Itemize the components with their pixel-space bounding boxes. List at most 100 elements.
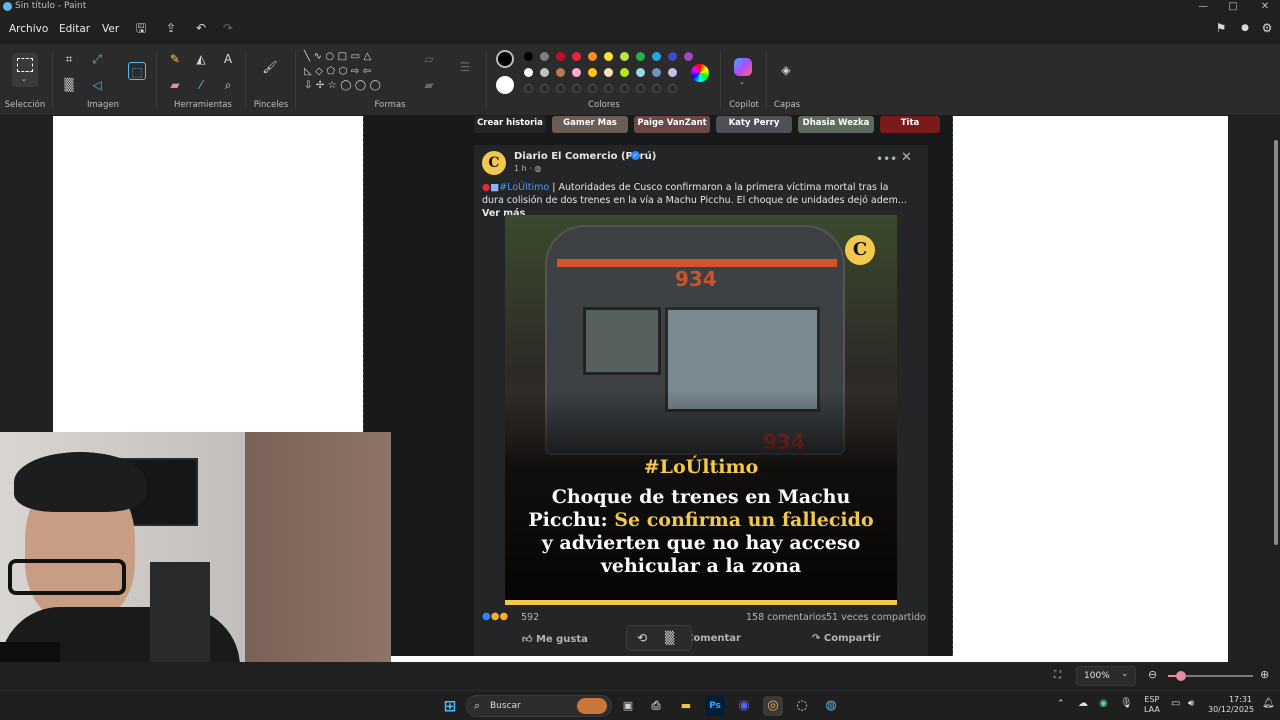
page-avatar[interactable]: C	[482, 151, 506, 175]
reaction-count[interactable]: 592	[521, 612, 539, 623]
feedback-icon[interactable]: ⚑	[1213, 20, 1229, 36]
color-swatch[interactable]	[668, 68, 677, 77]
color-swatch[interactable]	[588, 52, 597, 61]
close-button[interactable]: ✕	[1250, 0, 1280, 14]
zoom-slider-thumb[interactable]	[1176, 671, 1186, 681]
color-swatch[interactable]	[636, 68, 645, 77]
magnifier-icon[interactable]: ⌕	[219, 76, 237, 94]
color-swatch[interactable]	[556, 52, 565, 61]
minimize-button[interactable]: —	[1188, 0, 1218, 14]
text-icon[interactable]: A	[219, 50, 237, 68]
color-swatch[interactable]	[604, 52, 613, 61]
color-swatch[interactable]	[572, 68, 581, 77]
language-indicator[interactable]: ESP LAA	[1144, 695, 1160, 715]
maximize-button[interactable]: □	[1218, 0, 1248, 14]
crop-icon[interactable]: ⌗	[60, 50, 78, 68]
color-swatch[interactable]	[524, 52, 533, 61]
custom-color-slot[interactable]	[652, 84, 661, 93]
size-icon[interactable]: ☰	[456, 58, 474, 76]
printer-app-icon[interactable]: ⎙	[646, 696, 666, 716]
secondary-color[interactable]	[496, 76, 514, 94]
story-card[interactable]: Dhasia Wezka	[798, 116, 874, 133]
resize-icon[interactable]: ⤢	[88, 50, 106, 68]
menu-archivo[interactable]: Archivo	[9, 23, 48, 35]
menu-ver[interactable]: Ver	[102, 23, 119, 35]
pencil-icon[interactable]: ✎	[166, 50, 184, 68]
comment-count[interactable]: 158 comentarios	[746, 612, 826, 623]
brush-icon[interactable]: 🖌	[261, 58, 279, 76]
color-swatch[interactable]	[636, 52, 645, 61]
rotate-icon[interactable]: ◁	[88, 76, 106, 94]
color-swatch[interactable]	[572, 52, 581, 61]
custom-color-slot[interactable]	[556, 84, 565, 93]
color-swatch[interactable]	[620, 68, 629, 77]
color-swatch[interactable]	[684, 52, 693, 61]
remove-background-icon[interactable]: ▒	[665, 631, 674, 645]
account-icon[interactable]: ●	[1237, 20, 1253, 36]
custom-color-slot[interactable]	[524, 84, 533, 93]
reaction-icons[interactable]: ●●●	[482, 611, 508, 622]
outline-icon[interactable]: ▱	[420, 50, 438, 68]
shapes-gallery[interactable]: ╲∿○□▭△ ◺◇⬠⬡⇨⇦ ⇩✢☆◯◯◯	[304, 50, 404, 96]
zoom-in-icon[interactable]: ⊕	[1260, 668, 1269, 681]
custom-color-slot[interactable]	[540, 84, 549, 93]
fill-shape-icon[interactable]: ▰	[420, 76, 438, 94]
onedrive-icon[interactable]: ☁	[1078, 698, 1088, 709]
discord-icon[interactable]: ◉	[734, 696, 754, 716]
paint-taskbar-icon[interactable]: ◍	[821, 696, 841, 716]
color-picker-icon[interactable]: ⁄	[192, 76, 210, 94]
share-button[interactable]: ↷ Compartir	[812, 633, 880, 644]
color-swatch[interactable]	[668, 52, 677, 61]
chrome-icon[interactable]: ◎	[763, 696, 783, 716]
custom-color-slot[interactable]	[668, 84, 677, 93]
color-swatch[interactable]	[540, 68, 549, 77]
color-swatch[interactable]	[620, 52, 629, 61]
share-count[interactable]: 51 veces compartido	[826, 612, 926, 623]
share-icon[interactable]: ⇪	[163, 20, 179, 36]
volume-icon[interactable]: 🔊︎	[1188, 698, 1194, 709]
color-swatch[interactable]	[556, 68, 565, 77]
layers-icon[interactable]: ◈	[777, 61, 795, 79]
color-swatch[interactable]	[652, 52, 661, 61]
story-card[interactable]: Crear historia	[474, 116, 546, 133]
more-options-icon[interactable]: •••	[876, 152, 897, 166]
custom-color-slot[interactable]	[604, 84, 613, 93]
clock[interactable]: 17:31 30/12/2025	[1208, 695, 1254, 715]
custom-color-slot[interactable]	[588, 84, 597, 93]
color-swatch[interactable]	[524, 68, 533, 77]
menu-editar[interactable]: Editar	[59, 23, 90, 35]
photoshop-icon[interactable]: Ps	[705, 696, 725, 716]
zoom-dropdown[interactable]: 100% ⌄	[1076, 666, 1136, 686]
network-icon[interactable]: ▭	[1171, 698, 1180, 709]
settings-icon[interactable]: ⚙	[1259, 20, 1275, 36]
image-select-icon[interactable]: ⬚	[128, 62, 146, 80]
pasted-image[interactable]: Crear historia Gamer Mas Paige VanZant Katy…	[363, 116, 953, 656]
zoom-out-icon[interactable]: ⊖	[1148, 668, 1157, 681]
ai-erase-icon[interactable]: ⟲	[637, 631, 647, 645]
eraser-icon[interactable]: ▰	[166, 76, 184, 94]
search-box[interactable]: ⌕ Buscar	[466, 695, 612, 717]
copilot-icon[interactable]	[734, 58, 752, 76]
redo-icon[interactable]: ↷	[220, 20, 236, 36]
obs-icon[interactable]: ◌	[792, 696, 812, 716]
undo-icon[interactable]: ↶	[193, 20, 209, 36]
story-card[interactable]: Katy Perry	[716, 116, 792, 133]
like-button[interactable]: 👍︎ Me gusta	[522, 633, 588, 645]
custom-color-slot[interactable]	[620, 84, 629, 93]
tray-chevron-icon[interactable]: ⌃	[1057, 699, 1065, 709]
microphone-icon[interactable]: 🎙︎	[1120, 698, 1133, 709]
close-post-icon[interactable]: ✕	[901, 150, 912, 165]
story-card[interactable]: Gamer Mas	[552, 116, 628, 133]
custom-color-slot[interactable]	[572, 84, 581, 93]
primary-color[interactable]	[496, 50, 514, 68]
color-palette[interactable]	[524, 52, 693, 93]
file-explorer-icon[interactable]: ▬	[676, 696, 696, 716]
edit-colors-icon[interactable]	[691, 64, 709, 82]
custom-color-slot[interactable]	[636, 84, 645, 93]
selection-button[interactable]: ⌄	[12, 53, 38, 87]
fill-icon[interactable]: ◭	[192, 50, 210, 68]
comment-button[interactable]: Comentar	[686, 633, 741, 644]
story-card[interactable]: Paige VanZant	[634, 116, 710, 133]
post-image[interactable]: 934 934 C #LoÚltimo Choque de trenes en …	[505, 215, 897, 605]
color-swatch[interactable]	[540, 52, 549, 61]
